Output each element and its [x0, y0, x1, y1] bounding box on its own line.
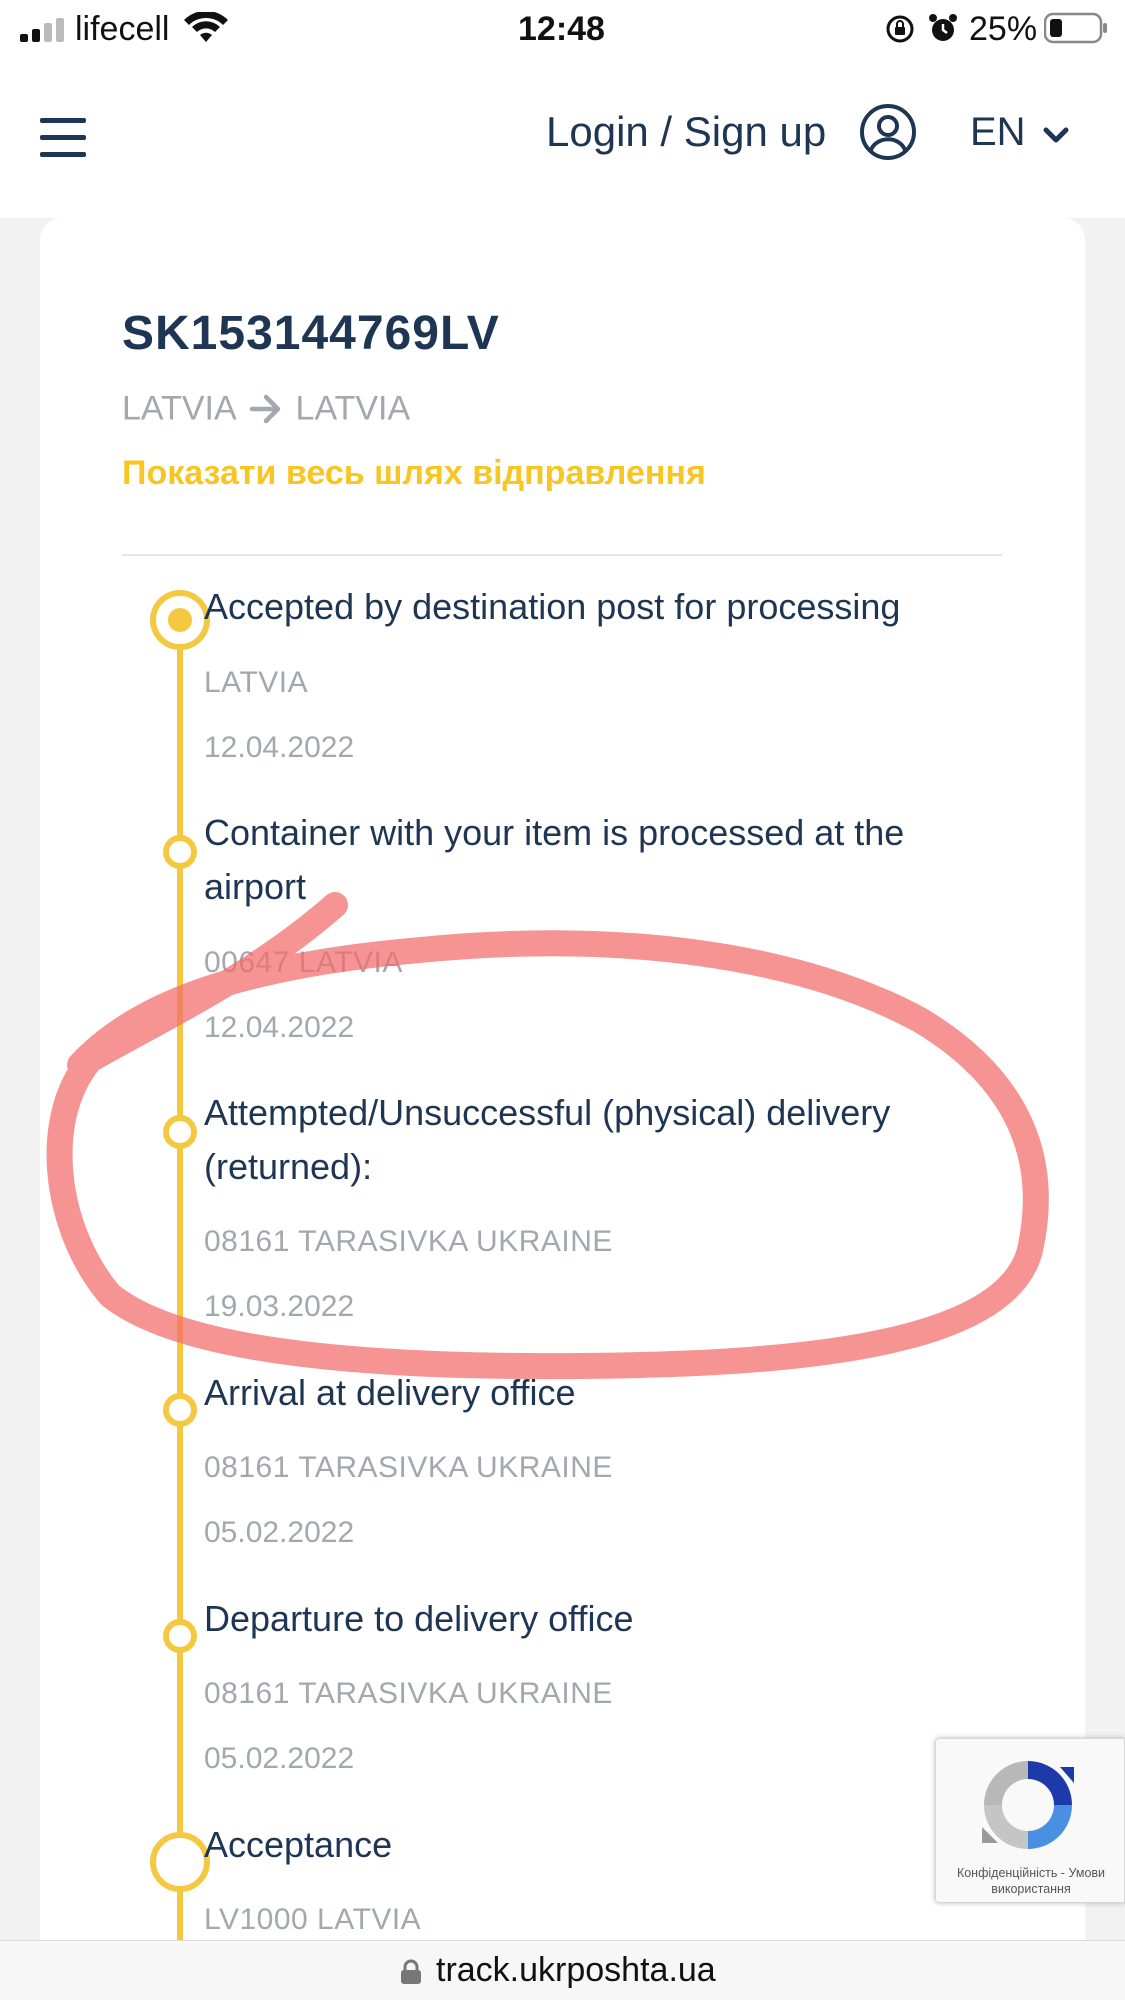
recaptcha-privacy-terms-links[interactable]: Конфіденційність - Умови використання	[942, 1865, 1120, 1897]
lock-icon	[401, 1959, 421, 1984]
arrow-right-icon	[249, 394, 281, 424]
battery-icon	[1044, 12, 1107, 44]
event-title: Container with your item is processed at…	[204, 812, 905, 907]
event-location: LATVIA	[204, 666, 309, 699]
timeline-dot-current	[150, 590, 210, 650]
recaptcha-badge[interactable]: Конфіденційність - Умови використання	[935, 1738, 1125, 1903]
timeline-dot	[163, 835, 197, 869]
wifi-icon	[184, 12, 228, 42]
alarm-icon	[929, 14, 957, 41]
event-location: 08161 TARASIVKA UKRAINE	[204, 1225, 613, 1258]
event-location: 08161 TARASIVKA UKRAINE	[204, 1451, 613, 1484]
event-title: Attempted/Unsuccessful (physical) delive…	[204, 1092, 891, 1187]
url-text[interactable]: track.ukrposhta.ua	[436, 1951, 716, 1990]
recaptcha-logo-icon	[982, 1761, 1074, 1849]
route-origin: LATVIA	[122, 389, 237, 428]
status-bar: lifecell 12:48 25%	[0, 0, 1125, 56]
language-selector[interactable]: EN	[970, 110, 1026, 155]
event-date: 12.04.2022	[204, 731, 355, 764]
event-location: 00647 LATVIA	[204, 946, 403, 979]
timeline-dot	[163, 1393, 197, 1427]
event-date: 19.03.2022	[204, 1290, 355, 1323]
site-header: Login / Sign up EN	[0, 56, 1125, 218]
event-date: 12.04.2022	[204, 1011, 355, 1044]
carrier-name: lifecell	[75, 10, 170, 48]
tracking-number: SK153144769LV	[122, 307, 500, 360]
hamburger-menu-icon[interactable]	[40, 118, 86, 158]
event-title: Departure to delivery office	[204, 1598, 634, 1639]
event-title: Arrival at delivery office	[204, 1372, 576, 1413]
timeline-dot	[163, 1115, 197, 1149]
event-date: 05.02.2022	[204, 1516, 355, 1549]
tracking-card: SK153144769LV LATVIA LATVIA Показати вес…	[40, 218, 1085, 2000]
show-full-path-link[interactable]: Показати весь шлях відправлення	[122, 454, 706, 493]
divider	[122, 554, 1002, 556]
event-location: LV1000 LATVIA	[204, 1903, 422, 1936]
timeline-line	[177, 613, 183, 2000]
battery-percentage: 25%	[969, 10, 1038, 48]
event-location: 08161 TARASIVKA UKRAINE	[204, 1677, 613, 1710]
route-destination: LATVIA	[295, 389, 411, 428]
login-signup-link[interactable]: Login / Sign up	[546, 108, 826, 156]
event-title: Acceptance	[204, 1824, 393, 1865]
chevron-down-icon[interactable]	[1042, 126, 1070, 146]
browser-url-bar[interactable]: track.ukrposhta.ua	[0, 1940, 1125, 2000]
cellular-signal-icon	[20, 18, 64, 42]
shipment-route: LATVIA LATVIA	[122, 388, 410, 429]
clock-time: 12:48	[518, 10, 605, 48]
user-account-icon[interactable]	[858, 102, 918, 162]
timeline-dot	[163, 1619, 197, 1653]
event-title: Accepted by destination post for process…	[204, 586, 901, 627]
timeline-dot-origin	[150, 1832, 210, 1892]
rotation-lock-icon	[886, 15, 914, 43]
event-date: 05.02.2022	[204, 1742, 355, 1775]
